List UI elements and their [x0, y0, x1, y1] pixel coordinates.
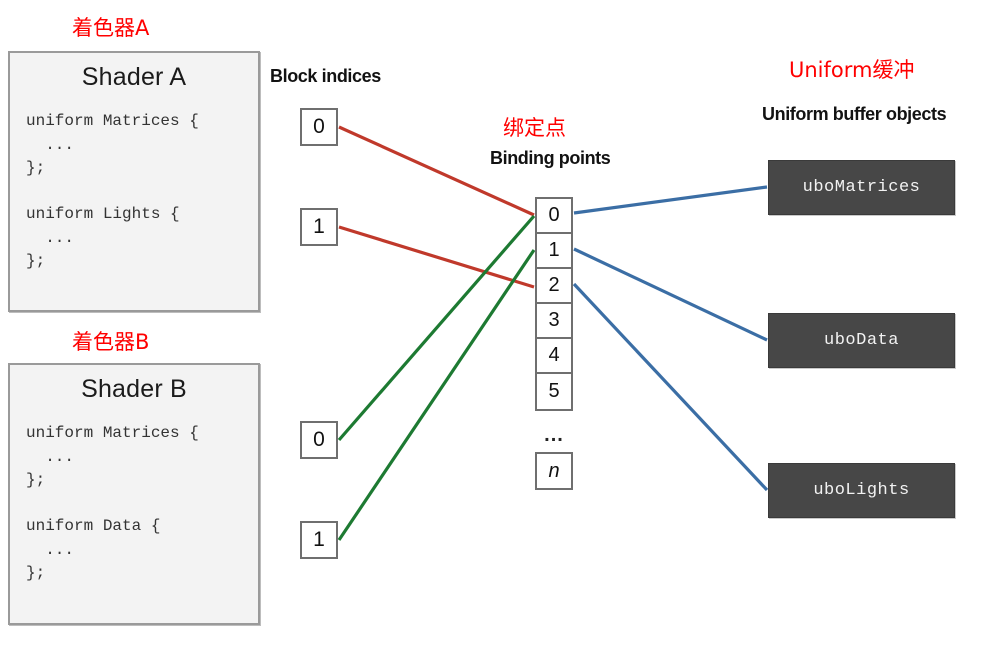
ubo-matrices[interactable]: uboMatrices: [768, 160, 955, 215]
binding-point-n[interactable]: n: [535, 452, 573, 490]
annotation-uniform-buffer-cn: Uniform缓冲: [789, 58, 915, 82]
binding-point-2[interactable]: 2: [537, 269, 571, 304]
link-shaderB-idx0-to-binding0: [337, 214, 536, 442]
shader-a-title: Shader A: [81, 63, 187, 91]
header-binding-points: Binding points: [490, 148, 611, 168]
annotation-shader-a-cn: 着色器A: [72, 16, 150, 40]
binding-point-4[interactable]: 4: [537, 339, 571, 374]
shader-b-title: Shader B: [81, 375, 187, 403]
link-binding0-to-ubomatrices: [573, 185, 768, 215]
block-index-shaderA-matrices[interactable]: 0: [300, 108, 338, 146]
binding-point-3[interactable]: 3: [537, 304, 571, 339]
ubo-data[interactable]: uboData: [768, 313, 955, 368]
link-binding1-to-ubodata: [573, 247, 768, 342]
binding-point-1[interactable]: 1: [537, 234, 571, 269]
link-shaderB-idx1-to-binding1: [337, 249, 536, 541]
shader-b-block-data: uniform Data { ... };: [26, 517, 161, 583]
binding-point-5[interactable]: 5: [537, 374, 571, 409]
binding-point-0[interactable]: 0: [537, 199, 571, 234]
header-uniform-buffer-objects: Uniform buffer objects: [762, 104, 947, 124]
annotation-binding-points-cn: 绑定点: [503, 116, 566, 140]
shader-a-panel: Shader A uniform Matrices { ... }; unifo…: [8, 51, 260, 312]
binding-points-stack: 0 1 2 3 4 5: [535, 197, 573, 411]
shader-b-block-matrices: uniform Matrices { ... };: [26, 424, 199, 490]
header-block-indices: Block indices: [270, 66, 381, 86]
shader-b-panel: Shader B uniform Matrices { ... }; unifo…: [8, 363, 260, 625]
shader-a-block-lights: uniform Lights { ... };: [26, 205, 180, 271]
block-index-shaderB-matrices[interactable]: 0: [300, 421, 338, 459]
shader-a-block-matrices: uniform Matrices { ... };: [26, 112, 199, 178]
block-index-shaderA-lights[interactable]: 1: [300, 208, 338, 246]
annotation-shader-b-cn: 着色器B: [72, 330, 150, 354]
link-shaderA-idx1-to-binding2: [338, 225, 535, 289]
binding-points-ellipsis: ...: [544, 424, 564, 446]
link-binding2-to-ubolights: [572, 282, 769, 492]
block-index-shaderB-data[interactable]: 1: [300, 521, 338, 559]
ubo-lights[interactable]: uboLights: [768, 463, 955, 518]
diagram-canvas: 着色器A Shader A uniform Matrices { ... }; …: [0, 0, 982, 656]
